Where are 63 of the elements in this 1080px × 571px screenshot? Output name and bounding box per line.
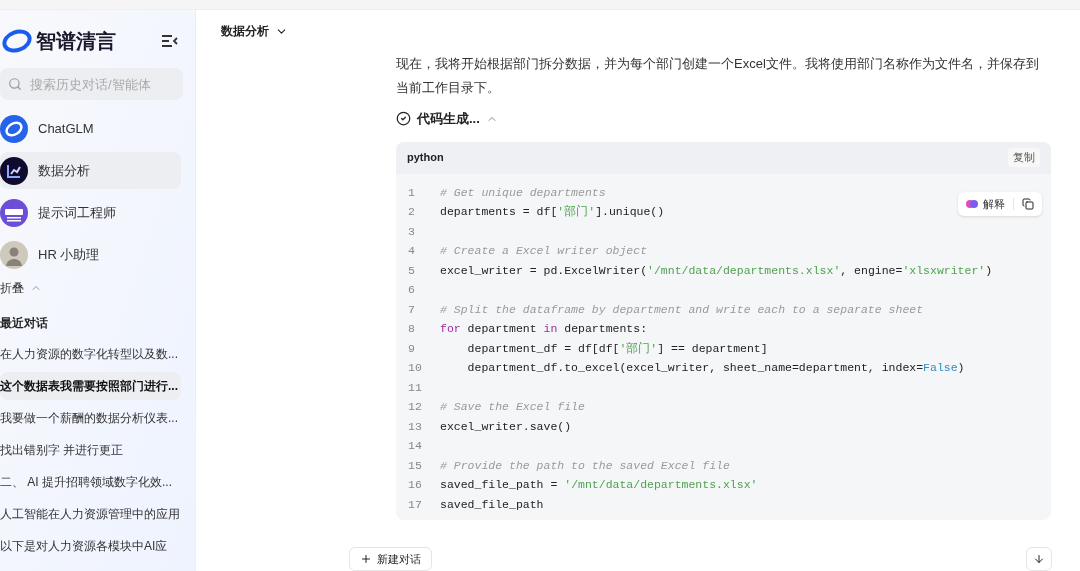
agent-item[interactable]: 数据分析 bbox=[0, 152, 181, 189]
line-number: 8 bbox=[407, 321, 416, 338]
collapse-toggle[interactable]: 折叠 bbox=[0, 279, 42, 297]
code-line: departments = df['部门'].unique() bbox=[440, 204, 665, 221]
line-number: 16 bbox=[407, 477, 423, 494]
recent-chat-item[interactable]: 找出错别字 并进行更正 bbox=[0, 436, 181, 464]
code-line: for department in departments: bbox=[440, 321, 648, 338]
logo-text: 智谱清言 bbox=[36, 29, 116, 54]
code-line: # Get unique departments bbox=[440, 184, 606, 201]
code-line: excel_writer = pd.ExcelWriter('/mnt/data/departments.xlsx', engine='xlsxwriter') bbox=[440, 262, 993, 279]
line-number: 6 bbox=[407, 282, 416, 299]
new-chat-button[interactable]: 新建对话 bbox=[349, 547, 432, 571]
copy-icon[interactable] bbox=[1022, 197, 1034, 210]
code-language: python bbox=[407, 150, 444, 166]
code-line: # Split the dataframe by department and write each to a separate sheet bbox=[440, 301, 924, 318]
prompt-avatar-icon bbox=[0, 198, 28, 227]
line-number: 4 bbox=[407, 243, 416, 260]
line-number: 17 bbox=[407, 496, 423, 513]
recent-chat-item[interactable]: 人工智能在人力资源管理中的应用 bbox=[0, 500, 181, 528]
logo-icon bbox=[2, 29, 32, 53]
ring-logo-icon bbox=[0, 114, 28, 143]
recent-chat-item[interactable]: 我要做一个薪酬的数据分析仪表... bbox=[0, 404, 181, 432]
arrow-down-icon bbox=[1033, 553, 1045, 565]
line-number: 1 bbox=[407, 184, 416, 201]
search-icon bbox=[8, 77, 22, 91]
line-number: 5 bbox=[407, 262, 416, 279]
line-number: 3 bbox=[407, 223, 416, 240]
line-number: 13 bbox=[407, 418, 423, 435]
agent-item[interactable]: 提示词工程师 bbox=[0, 194, 181, 231]
plus-icon bbox=[360, 553, 372, 565]
recent-chat-item[interactable]: 二、 AI 提升招聘领域数字化效... bbox=[0, 468, 181, 496]
line-number: 15 bbox=[407, 457, 423, 474]
agent-title: 数据分析 bbox=[221, 23, 269, 40]
collapse-sidebar-icon[interactable] bbox=[161, 34, 179, 48]
line-number: 9 bbox=[407, 340, 416, 357]
copy-button[interactable]: 复制 bbox=[1008, 148, 1040, 167]
section-heading: 最近对话 bbox=[0, 315, 49, 332]
code-line: department_df.to_excel(excel_writer, sheet_name=department, index=False) bbox=[466, 360, 965, 377]
code-line: # Save the Excel file bbox=[440, 399, 585, 416]
recent-chat-item[interactable]: 这个数据表我需要按照部门进行... bbox=[0, 372, 181, 400]
line-number: 12 bbox=[407, 399, 423, 416]
person-avatar-icon bbox=[0, 240, 28, 269]
scroll-down-button[interactable] bbox=[1026, 547, 1052, 571]
message-paragraph: 现在，我将开始根据部门拆分数据，并为每个部门创建一个Excel文件。我将使用部门名称作为文件名，并保存到当前工作目录下。 bbox=[396, 55, 1040, 97]
code-step-toggle[interactable]: 代码生成... bbox=[396, 109, 498, 129]
line-number: 7 bbox=[407, 301, 416, 318]
code-line: saved_file_path bbox=[440, 496, 544, 513]
code-line: saved_file_path = '/mnt/data/departments.xlsx' bbox=[440, 477, 758, 494]
chart-avatar-icon bbox=[0, 156, 28, 185]
recent-chat-item[interactable]: 在人力资源的数字化转型以及数... bbox=[0, 340, 181, 368]
line-number: 11 bbox=[407, 379, 423, 396]
code-line: department_df = df[df['部门'] == department] bbox=[466, 340, 768, 357]
line-number: 10 bbox=[407, 360, 423, 377]
agent-item[interactable]: HR 小助理 bbox=[0, 236, 181, 273]
line-number: 14 bbox=[407, 438, 423, 455]
code-line: # Create a Excel writer object bbox=[440, 243, 648, 260]
code-line: excel_writer.save() bbox=[440, 418, 572, 435]
search-field[interactable]: 搜索历史对话/智能体 bbox=[0, 68, 183, 100]
check-icon bbox=[396, 111, 411, 127]
line-number: 2 bbox=[407, 204, 416, 221]
code-line: # Provide the path to the saved Excel file bbox=[440, 457, 730, 474]
recent-chat-item[interactable]: 以下是对人力资源各模块中AI应 bbox=[0, 532, 181, 560]
agent-item[interactable]: ChatGLM bbox=[0, 110, 181, 147]
